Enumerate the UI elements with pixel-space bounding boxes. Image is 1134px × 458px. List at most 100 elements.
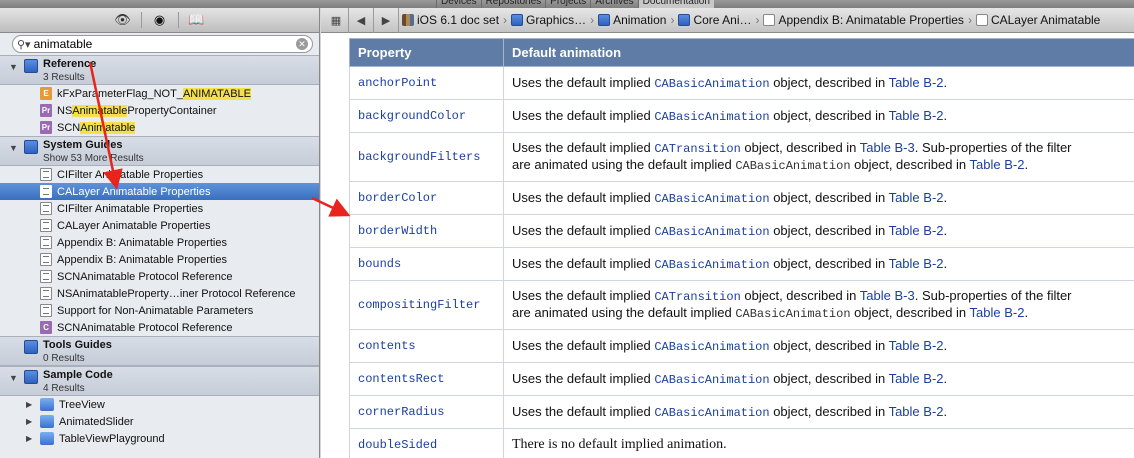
table-link[interactable]: Table B-2	[889, 190, 944, 205]
bookmark-search-icon[interactable]: ◉	[150, 11, 170, 29]
default-animation-cell: Uses the default implied CABasicAnimatio…	[503, 362, 1134, 396]
back-icon[interactable]: ◀	[352, 14, 370, 27]
list-item[interactable]: ▶ TableViewPlayground	[0, 430, 319, 447]
match-highlight: ANIMATABLE	[182, 87, 251, 100]
class-link[interactable]: CABasicAnimation	[654, 225, 769, 239]
tab-repositories[interactable]: Repositories	[480, 0, 546, 8]
group-system-guides[interactable]: ▼ System Guides Show 53 More Results	[0, 136, 319, 166]
list-item[interactable]: ▶ TreeView	[0, 396, 319, 413]
document-icon	[40, 202, 52, 215]
column-header-default-animation: Default animation	[503, 38, 1134, 67]
property-link[interactable]: backgroundFilters	[349, 132, 504, 182]
breadcrumb-calayer[interactable]: CALayer Animatable	[975, 13, 1100, 27]
sample-code-icon	[24, 370, 38, 384]
table-link[interactable]: Table B-2	[889, 371, 944, 386]
list-item[interactable]: E kFxParameterFlag_NOT_ ANIMATABLE	[0, 85, 319, 102]
table-link[interactable]: Table B-3	[860, 288, 915, 303]
default-animation-cell: Uses the default implied CATransition ob…	[503, 280, 1134, 330]
list-item[interactable]: Pr NS Animatable PropertyContainer	[0, 102, 319, 119]
list-item-selected[interactable]: CALayer Animatable Properties	[0, 183, 319, 200]
group-sample-code[interactable]: ▼ Sample Code 4 Results	[0, 366, 319, 396]
table-row: backgroundFilters Uses the default impli…	[349, 132, 1134, 182]
table-row: contentsRect Uses the default implied CA…	[349, 362, 1134, 396]
forward-icon[interactable]: ▶	[377, 14, 395, 27]
document-icon	[40, 185, 52, 198]
list-item[interactable]: C SCNAnimatable Protocol Reference	[0, 319, 319, 336]
docset-icon	[402, 14, 414, 26]
reference-icon	[24, 59, 38, 73]
list-item[interactable]: SCNAnimatable Protocol Reference	[0, 268, 319, 285]
list-item[interactable]: CIFilter Animatable Properties	[0, 200, 319, 217]
property-link[interactable]: contents	[349, 329, 504, 363]
disclosure-triangle-icon[interactable]: ▼	[9, 373, 18, 383]
property-link[interactable]: anchorPoint	[349, 66, 504, 100]
tab-archives[interactable]: Archives	[590, 0, 637, 8]
class-link[interactable]: CATransition	[654, 142, 740, 156]
list-item[interactable]: Support for Non-Animatable Parameters	[0, 302, 319, 319]
table-link[interactable]: Table B-2	[889, 223, 944, 238]
table-link[interactable]: Table B-2	[889, 108, 944, 123]
grid-icon[interactable]: ▦	[327, 14, 345, 27]
list-item[interactable]: Pr SCN Animatable	[0, 119, 319, 136]
table-link[interactable]: Table B-2	[970, 157, 1025, 172]
class-link[interactable]: CABasicAnimation	[654, 373, 769, 387]
list-item[interactable]: Appendix B: Animatable Properties	[0, 234, 319, 251]
breadcrumb-graphics[interactable]: Graphics…	[511, 13, 586, 27]
table-row: borderWidth Uses the default implied CAB…	[349, 214, 1134, 248]
eye-icon[interactable]: 👁	[113, 11, 133, 29]
class-link[interactable]: CABasicAnimation	[654, 406, 769, 420]
search-field[interactable]: ⚲▾ ✕	[12, 35, 313, 53]
table-link[interactable]: Table B-2	[889, 338, 944, 353]
class-link[interactable]: CATransition	[654, 290, 740, 304]
tab-projects[interactable]: Projects	[545, 0, 590, 8]
list-item[interactable]: ▶ AnimatedSlider	[0, 413, 319, 430]
tab-documentation[interactable]: Documentation	[637, 0, 714, 8]
group-reference[interactable]: ▼ Reference 3 Results	[0, 55, 319, 85]
property-link[interactable]: bounds	[349, 247, 504, 281]
default-animation-cell: Uses the default implied CABasicAnimatio…	[503, 66, 1134, 100]
disclosure-triangle-icon[interactable]: ▶	[26, 417, 36, 426]
search-icon[interactable]: ⚲▾	[17, 38, 31, 51]
disclosure-triangle-icon[interactable]: ▼	[9, 143, 18, 153]
search-input[interactable]	[33, 37, 293, 51]
property-link[interactable]: cornerRadius	[349, 395, 504, 429]
property-link[interactable]: borderColor	[349, 181, 504, 215]
list-item[interactable]: NSAnimatableProperty…iner Protocol Refer…	[0, 285, 319, 302]
table-link[interactable]: Table B-2	[889, 256, 944, 271]
list-item[interactable]: Appendix B: Animatable Properties	[0, 251, 319, 268]
separator	[398, 8, 399, 33]
class-name: CABasicAnimation	[735, 307, 851, 321]
property-link[interactable]: borderWidth	[349, 214, 504, 248]
property-link[interactable]: contentsRect	[349, 362, 504, 396]
project-icon	[40, 398, 54, 411]
breadcrumb-appendix-b[interactable]: Appendix B: Animatable Properties	[763, 13, 964, 27]
list-item[interactable]: CALayer Animatable Properties	[0, 217, 319, 234]
disclosure-triangle-icon[interactable]: ▼	[9, 62, 18, 72]
property-link[interactable]: compositingFilter	[349, 280, 504, 330]
disclosure-triangle-icon[interactable]: ▶	[26, 434, 36, 443]
list-item[interactable]: CIFilter Animatable Properties	[0, 166, 319, 183]
show-more-results-link[interactable]: Show 53 More Results	[43, 153, 144, 164]
property-link[interactable]: backgroundColor	[349, 99, 504, 133]
breadcrumb-animation[interactable]: Animation	[598, 13, 666, 27]
disclosure-triangle-icon[interactable]: ▶	[26, 400, 36, 409]
breadcrumb-core-animation[interactable]: Core Ani…	[678, 13, 751, 27]
group-tools-guides[interactable]: Tools Guides 0 Results	[0, 336, 319, 366]
table-link[interactable]: Table B-2	[889, 404, 944, 419]
default-animation-cell: Uses the default implied CABasicAnimatio…	[503, 214, 1134, 248]
table-link[interactable]: Table B-3	[860, 140, 915, 155]
class-link[interactable]: CABasicAnimation	[654, 110, 769, 124]
class-icon: C	[40, 321, 52, 334]
class-link[interactable]: CABasicAnimation	[654, 77, 769, 91]
class-link[interactable]: CABasicAnimation	[654, 258, 769, 272]
class-link[interactable]: CABasicAnimation	[654, 192, 769, 206]
breadcrumb-docset[interactable]: iOS 6.1 doc set	[402, 13, 499, 27]
class-link[interactable]: CABasicAnimation	[654, 340, 769, 354]
tab-devices[interactable]: Devices	[436, 0, 481, 8]
property-link[interactable]: doubleSided	[349, 428, 504, 458]
chevron-right-icon: ›	[967, 13, 972, 27]
table-link[interactable]: Table B-2	[970, 305, 1025, 320]
table-link[interactable]: Table B-2	[889, 75, 944, 90]
book-icon[interactable]: 📖	[187, 11, 207, 29]
clear-search-icon[interactable]: ✕	[296, 38, 308, 50]
